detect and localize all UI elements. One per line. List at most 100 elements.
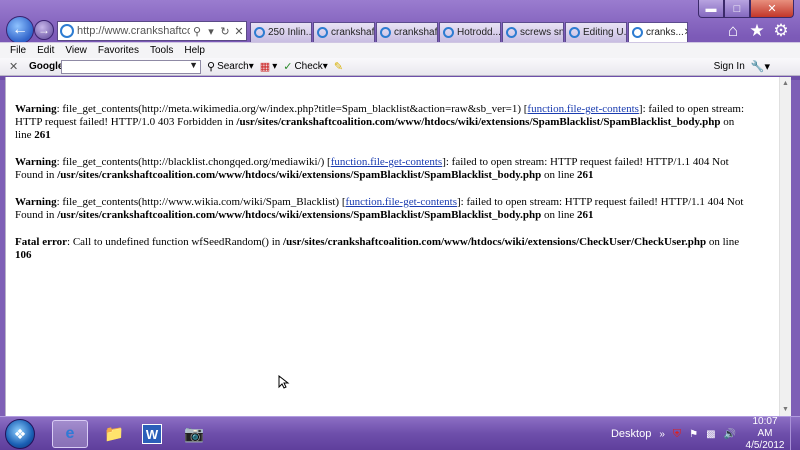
stop-icon[interactable]: ✕	[232, 25, 246, 38]
dropdown-arrow-icon: ▾	[248, 61, 254, 72]
line-number: 261	[577, 209, 594, 221]
menu-tools[interactable]: Tools	[150, 45, 173, 56]
volume-icon[interactable]: 🔊	[724, 429, 736, 440]
home-icon[interactable]: ⌂	[724, 22, 742, 40]
dropdown-arrow-icon[interactable]: ▾	[204, 25, 218, 38]
close-icon: ✕	[767, 3, 777, 15]
tab-crankshaft-1[interactable]: crankshaf...	[313, 22, 375, 42]
warning-message: Warning: file_get_contents(http://meta.w…	[15, 103, 750, 142]
network-icon[interactable]: ▩	[706, 429, 715, 440]
scroll-down-icon[interactable]: ▼	[782, 406, 789, 413]
tab-hotrodders[interactable]: Hotrodd...	[439, 22, 501, 42]
dropdown-arrow-icon: ▾	[272, 61, 278, 72]
word-icon: W	[142, 424, 162, 444]
tab-label: crankshaf...	[331, 27, 375, 38]
vertical-scrollbar[interactable]: ▲ ▼	[779, 77, 791, 416]
search-button-label: Search	[217, 61, 249, 72]
message-label: Warning	[15, 196, 57, 208]
highlighter-icon: ✎	[333, 61, 344, 73]
back-button[interactable]: ←	[6, 16, 34, 44]
taskbar: ❖ e 📁 W 📷 Desktop » ⛨ ⚑ ▩ 🔊 10:07 AM 4/5…	[0, 416, 800, 450]
search-button[interactable]: ⚲ Search ▾	[207, 60, 254, 73]
tab-screws[interactable]: screws sn...	[502, 22, 564, 42]
menu-favorites[interactable]: Favorites	[98, 45, 139, 56]
taskbar-word[interactable]: W	[134, 420, 170, 448]
refresh-icon[interactable]: ↻	[218, 25, 232, 38]
function-link[interactable]: function.file-get-contents	[527, 103, 639, 115]
close-tab-icon[interactable]: ✕	[684, 27, 687, 38]
file-path: /usr/sites/crankshaftcoalition.com/www/h…	[236, 116, 721, 128]
popup-blocker-button[interactable]: ▦ ▾	[260, 60, 277, 73]
file-path: /usr/sites/crankshaftcoalition.com/www/h…	[57, 169, 542, 181]
function-link[interactable]: function.file-get-contents	[345, 196, 457, 208]
tab-label: crankshaf...	[394, 27, 438, 38]
clock-date: 4/5/2012	[745, 440, 785, 450]
taskbar-file-explorer[interactable]: 📁	[96, 420, 132, 448]
show-desktop-button[interactable]	[790, 417, 800, 450]
taskbar-internet-explorer[interactable]: e	[52, 420, 88, 448]
start-button[interactable]: ❖	[5, 419, 35, 449]
ie-page-icon	[569, 27, 580, 38]
tab-editing[interactable]: Editing U...	[565, 22, 627, 42]
tab-250-inline[interactable]: 250 Inlin...	[250, 22, 312, 42]
internet-explorer-icon: e	[65, 425, 75, 442]
on-line-text: on line	[541, 169, 578, 181]
double-chevron-icon[interactable]: »	[659, 429, 665, 440]
tab-crankshaft-2[interactable]: crankshaf...	[376, 22, 438, 42]
arrow-right-icon: →	[38, 23, 50, 37]
line-number: 106	[15, 249, 32, 261]
line-number: 261	[577, 169, 594, 181]
flag-icon[interactable]: ⚑	[689, 429, 698, 440]
close-window-button[interactable]: ✕	[750, 0, 794, 18]
tab-crankshaft-active[interactable]: cranks... ✕	[628, 22, 688, 42]
desktop-toolbar-label[interactable]: Desktop	[611, 428, 651, 440]
menu-file[interactable]: File	[10, 45, 26, 56]
taskbar-photo-viewer[interactable]: 📷	[176, 420, 212, 448]
forward-button[interactable]: →	[34, 20, 54, 40]
maximize-button[interactable]: □	[724, 0, 750, 18]
gear-icon[interactable]: ⚙	[772, 22, 790, 40]
message-text: : Call to undefined function wfSeedRando…	[67, 236, 284, 248]
dropdown-arrow-icon[interactable]: ▼	[189, 60, 198, 70]
menu-bar: File Edit View Favorites Tools Help	[0, 42, 800, 58]
tab-label: 250 Inlin...	[268, 27, 312, 38]
command-icons: ⌂ ★ ⚙	[724, 22, 790, 40]
tab-label: screws sn...	[520, 27, 564, 38]
wrench-icon[interactable]: 🔧▾	[751, 60, 770, 73]
on-line-text: on line	[706, 236, 740, 248]
function-link[interactable]: function.file-get-contents	[331, 156, 443, 168]
file-path: /usr/sites/crankshaftcoalition.com/www/h…	[57, 209, 542, 221]
spellcheck-button[interactable]: ✓ Check ▾	[283, 60, 328, 73]
search-icon[interactable]: ⚲	[190, 25, 204, 38]
sign-in-link[interactable]: Sign In	[714, 61, 745, 72]
highlight-button[interactable]: ✎	[334, 60, 345, 73]
close-toolbar-icon[interactable]: ✕	[9, 60, 23, 73]
php-error-messages: Warning : file_get_contents(http://meta.w…	[15, 103, 750, 276]
clock[interactable]: 10:07 AM 4/5/2012	[744, 416, 786, 450]
browser-chrome: ← → http://www.crankshaftcoali... ⚲ ▾ ↻ …	[0, 0, 800, 80]
message-text: : file_get_contents(http://meta.wikimedi…	[56, 103, 528, 115]
arrow-left-icon: ←	[12, 21, 28, 38]
mouse-cursor-icon	[278, 375, 290, 389]
message-text: : file_get_contents(http://blacklist.cho…	[56, 156, 331, 168]
google-search-input[interactable]: ▼	[61, 59, 201, 74]
system-tray: Desktop » ⛨ ⚑ ▩ 🔊 10:07 AM 4/5/2012	[611, 416, 800, 450]
menu-help[interactable]: Help	[184, 45, 205, 56]
folder-icon: 📁	[104, 426, 124, 443]
address-url[interactable]: http://www.crankshaftcoali...	[77, 25, 190, 37]
page-content: Warning : file_get_contents(http://meta.w…	[5, 77, 791, 416]
favorites-star-icon[interactable]: ★	[748, 22, 766, 40]
on-line-text: on line	[541, 209, 578, 221]
shield-icon[interactable]: ⛨	[673, 428, 681, 441]
minimize-button[interactable]: ▬	[698, 0, 724, 18]
scroll-up-icon[interactable]: ▲	[782, 80, 789, 87]
warning-message: Warning: file_get_contents(http://blackl…	[15, 156, 750, 182]
menu-edit[interactable]: Edit	[37, 45, 54, 56]
toolbar-right: Sign In 🔧▾	[714, 60, 770, 73]
tab-label: Editing U...	[583, 27, 627, 38]
menu-view[interactable]: View	[65, 45, 87, 56]
page-icon	[254, 27, 265, 38]
ie-page-icon	[443, 27, 454, 38]
address-bar[interactable]: http://www.crankshaftcoali... ⚲ ▾ ↻ ✕	[57, 21, 247, 41]
clock-time: 10:07 AM	[752, 416, 778, 439]
